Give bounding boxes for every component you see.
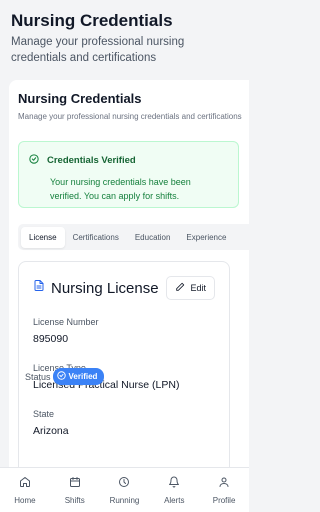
- tab-certifications[interactable]: Certifications: [65, 227, 127, 248]
- page-subtitle: Manage your professional nursing credent…: [11, 36, 185, 64]
- nav-label: Running: [109, 496, 140, 505]
- status-row: Status Verified: [25, 368, 105, 385]
- field-label: License Number: [33, 317, 99, 327]
- check-circle-icon: [29, 151, 39, 169]
- nav-shifts[interactable]: Shifts: [50, 468, 100, 512]
- bottom-nav: Home Shifts Running Alerts Profile: [0, 467, 249, 512]
- license-title: Nursing License: [51, 279, 159, 297]
- license-number-field: License Number 895090: [33, 317, 215, 346]
- nav-label: Profile: [212, 496, 236, 505]
- field-value: Arizona: [33, 425, 69, 437]
- status-label: Status: [25, 371, 51, 382]
- pencil-icon: [175, 282, 185, 294]
- clock-icon: [118, 475, 130, 493]
- nav-profile[interactable]: Profile: [199, 468, 249, 512]
- nav-alerts[interactable]: Alerts: [149, 468, 199, 512]
- state-field: State Arizona: [33, 409, 215, 438]
- page-header: Nursing Credentials Manage your professi…: [0, 0, 249, 72]
- tab-education[interactable]: Education: [127, 227, 179, 248]
- tab-experience[interactable]: Experience: [178, 227, 234, 248]
- card-subtitle: Manage your professional nursing credent…: [18, 112, 242, 121]
- credential-tabs: License Certifications Education Experie…: [18, 224, 249, 250]
- page-title: Nursing Credentials: [11, 11, 173, 30]
- tab-license[interactable]: License: [21, 226, 65, 248]
- edit-button[interactable]: Edit: [166, 276, 215, 300]
- credentials-card: Nursing Credentials Manage your professi…: [9, 80, 249, 480]
- bell-icon: [168, 475, 180, 493]
- calendar-icon: [69, 475, 81, 493]
- user-icon: [218, 475, 230, 493]
- nav-label: Shifts: [64, 496, 85, 505]
- nav-label: Home: [14, 496, 36, 505]
- card-title: Nursing Credentials: [18, 91, 142, 106]
- status-badge: Verified: [52, 368, 105, 385]
- edit-label: Edit: [190, 283, 206, 293]
- status-badge-label: Verified: [68, 372, 98, 381]
- verified-title: Credentials Verified: [47, 154, 136, 166]
- nav-home[interactable]: Home: [0, 468, 50, 512]
- check-circle-icon: [56, 371, 66, 382]
- nav-label: Alerts: [164, 496, 185, 505]
- nav-running[interactable]: Running: [100, 468, 150, 512]
- home-icon: [19, 475, 31, 493]
- document-icon: [33, 279, 45, 297]
- verified-alert: Credentials Verified Your nursing creden…: [18, 141, 239, 208]
- field-value: 895090: [33, 333, 69, 345]
- field-label: State: [33, 409, 55, 419]
- verified-text: Your nursing credentials have been verif…: [50, 177, 191, 201]
